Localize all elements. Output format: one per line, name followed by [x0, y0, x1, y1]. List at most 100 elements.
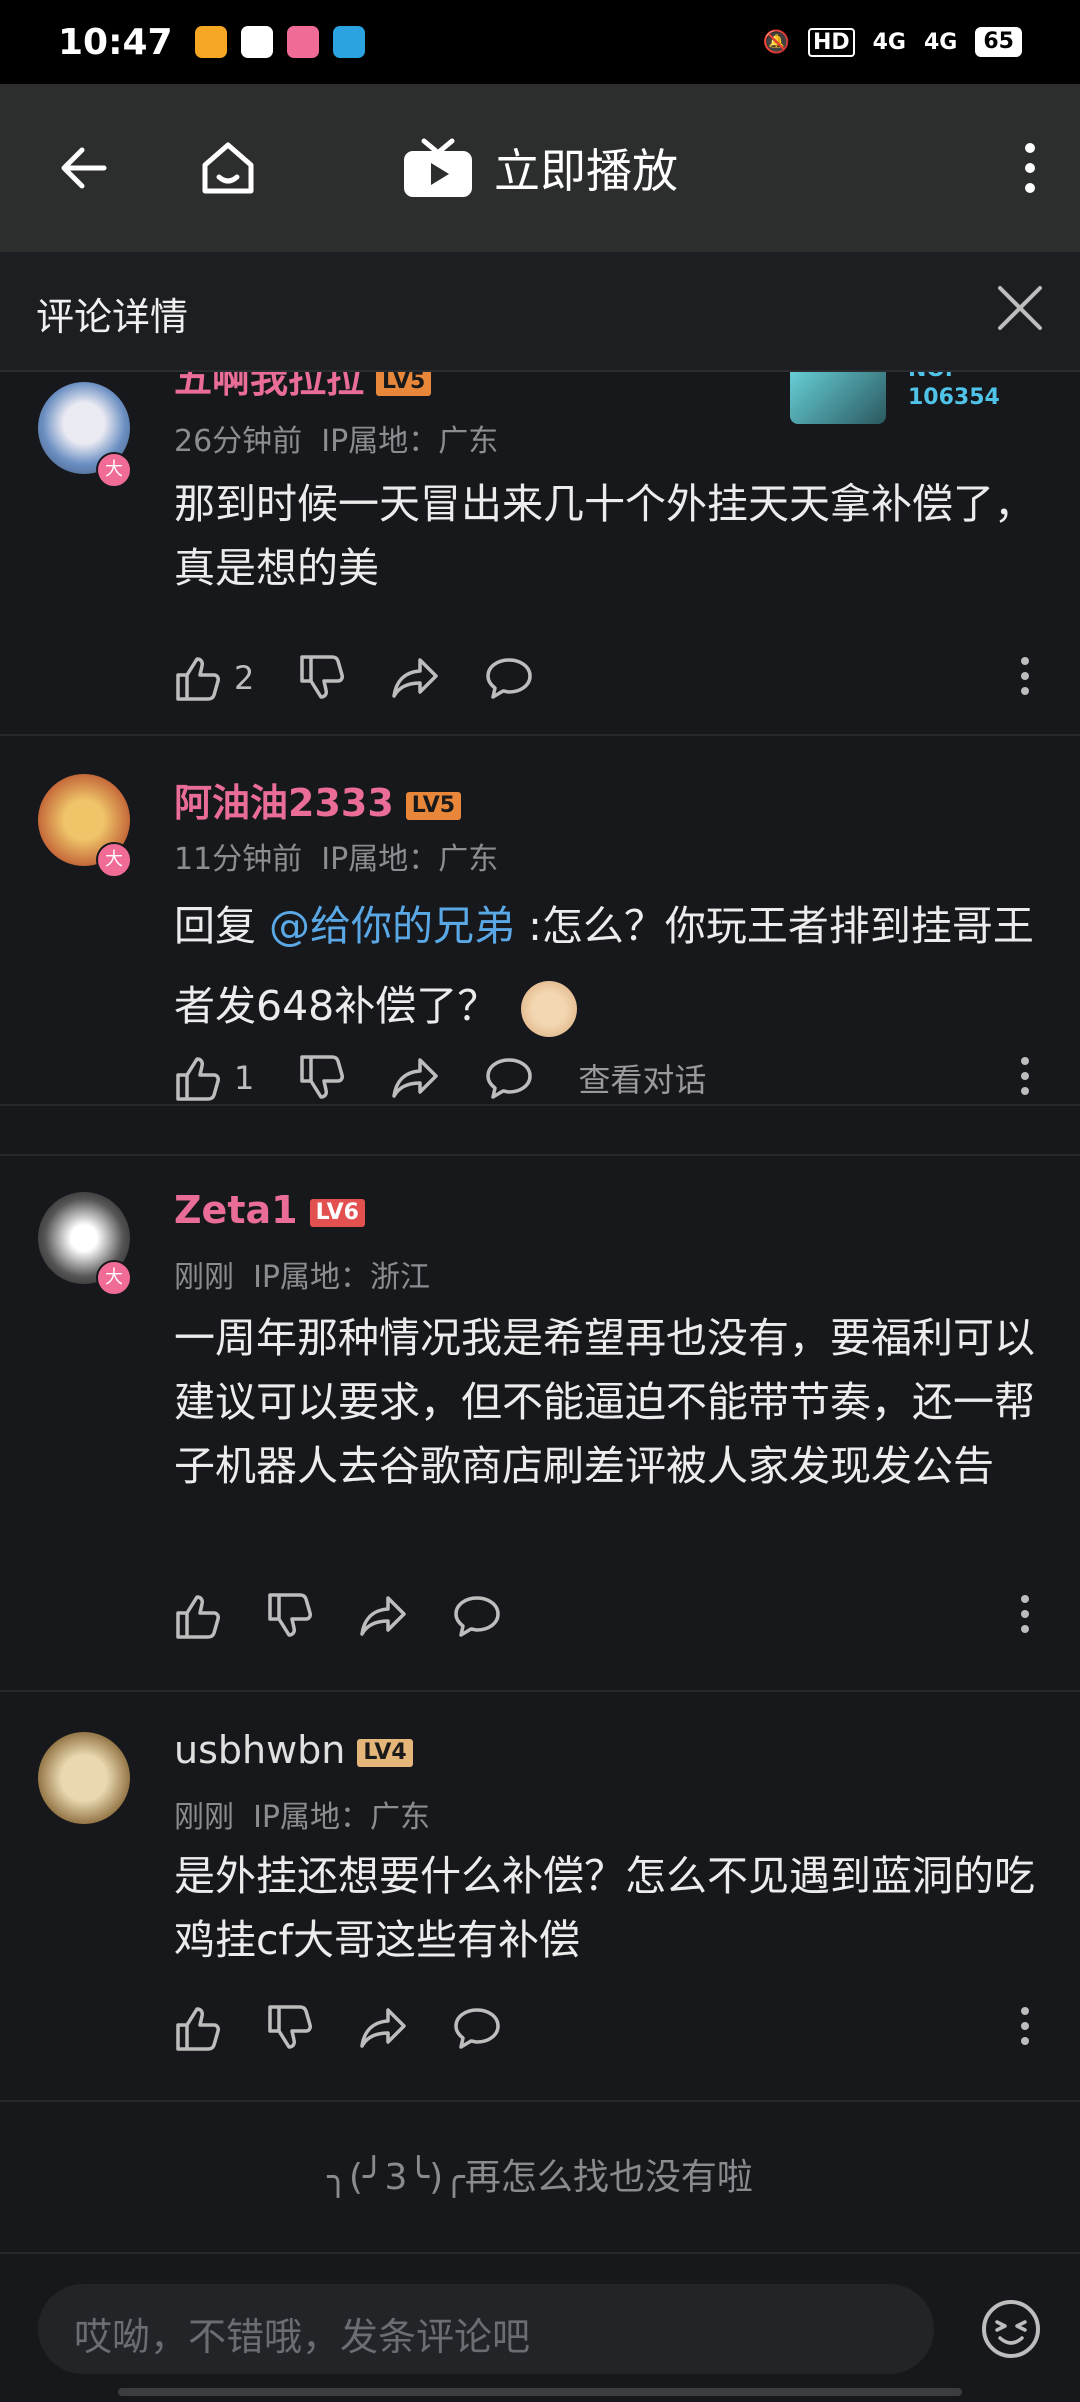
username[interactable]: 阿油油2333 LV5 [174, 772, 462, 827]
close-icon [998, 286, 1042, 330]
share-icon [360, 2008, 406, 2048]
dislike-button[interactable] [266, 1593, 314, 1639]
level-badge: LV4 [357, 1738, 413, 1767]
comment-text: 那到时候一天冒出来几十个外挂天天拿补偿了，真是想的美 [174, 480, 1035, 592]
like-button[interactable] [174, 2005, 222, 2051]
telegram-icon [332, 26, 365, 58]
comment-meta: 11分钟前 IP属地：广东 [174, 842, 499, 877]
share-button[interactable] [358, 2006, 408, 2050]
comment-more-button[interactable] [1020, 2006, 1030, 2050]
battery-indicator: 65 [975, 27, 1022, 57]
comment-item: 大 Zeta1 LV6 刚刚 IP属地：浙江 一周年那种情况我是希望再也没有，要福… [0, 1154, 1080, 1692]
verified-badge: 大 [96, 452, 132, 488]
reply-button[interactable] [452, 2006, 502, 2050]
hd-indicator: HD [807, 27, 855, 57]
reply-button[interactable] [484, 656, 534, 700]
more-vertical-icon [1021, 2007, 1029, 2045]
share-button[interactable] [358, 1594, 408, 1638]
comment-text: 回复 @给你的兄弟 :怎么？你玩王者排到挂哥王者发648补偿了？ [174, 886, 1040, 1046]
avatar[interactable] [38, 1732, 130, 1824]
verified-badge: 大 [96, 1260, 132, 1296]
share-button[interactable] [390, 656, 440, 700]
top-nav-bar: 立即播放 [0, 84, 1080, 252]
comment-more-button[interactable] [1020, 1056, 1030, 1100]
home-indicator [118, 2388, 962, 2396]
nav-title: 立即播放 [494, 144, 678, 198]
more-button[interactable] [1000, 84, 1060, 252]
thumbs-down-icon [300, 1055, 345, 1099]
network-indicator-1: 4G [872, 29, 906, 55]
doge-emoji-icon [521, 981, 578, 1037]
end-of-list-message: ╮(╯3╰)╭再怎么找也没有啦 [327, 2157, 753, 2198]
view-conversation-link[interactable]: 查看对话 [578, 1055, 706, 1101]
status-bar: 10:47 🔕 HD 4G 4G 65 [0, 0, 1080, 84]
like-button[interactable] [174, 1593, 222, 1639]
fan-badge-number: NO. 106354 [908, 372, 1000, 410]
comment-text: 是外挂还想要什么补偿？怎么不见遇到蓝洞的吃鸡挂cf大哥这些有补偿 [174, 1852, 1035, 1964]
username[interactable]: Zeta1 LV6 [174, 1188, 365, 1232]
like-button[interactable]: 2 [174, 655, 254, 701]
more-vertical-icon [1021, 1057, 1029, 1095]
like-count: 1 [234, 1059, 255, 1097]
share-button[interactable] [390, 1056, 440, 1100]
level-badge: LV5 [376, 372, 432, 396]
comment-text: 一周年那种情况我是希望再也没有，要福利可以建议可以要求，但不能逼迫不能带节奏，还… [174, 1314, 1035, 1490]
message-icon [240, 26, 273, 58]
comment-bubble-icon [486, 658, 533, 699]
verified-badge: 大 [96, 842, 132, 878]
level-badge: LV6 [309, 1198, 365, 1227]
share-icon [360, 1596, 406, 1636]
thumbs-down-icon [300, 655, 345, 699]
share-icon [392, 1058, 439, 1098]
comment-bubble-icon [454, 2008, 500, 2049]
comment-detail-header: 评论详情 [0, 252, 1080, 372]
comment-input-bar: 哎呦，不错哦，发条评论吧 [0, 2252, 1080, 2402]
emoji-icon [982, 2300, 1040, 2358]
fan-badge-avatar [790, 372, 886, 424]
dislike-button[interactable] [298, 655, 346, 701]
username[interactable]: 五啊我拉拉 LV5 [174, 372, 432, 403]
share-icon [392, 658, 439, 698]
thumbs-up-icon [176, 2007, 220, 2051]
username[interactable]: usbhwbn LV4 [174, 1728, 413, 1772]
thumbs-up-icon [176, 657, 220, 701]
comment-meta: 刚刚 IP属地：广东 [174, 1800, 431, 1835]
thumbs-up-icon [176, 1057, 220, 1101]
comment-meta: 刚刚 IP属地：浙江 [174, 1260, 431, 1295]
weibo-icon [194, 26, 227, 58]
more-vertical-icon [1025, 143, 1035, 193]
comment-detail-title: 评论详情 [36, 295, 189, 339]
reply-button[interactable] [452, 1594, 502, 1638]
comment-bubble-icon [486, 1058, 533, 1099]
dislike-button[interactable] [298, 1055, 346, 1101]
notification-icons [194, 26, 365, 58]
mute-icon: 🔕 [762, 29, 790, 55]
network-indicator-2: 4G [924, 29, 958, 55]
user-mention[interactable]: @给你的兄弟 [269, 902, 515, 950]
comment-list[interactable]: 大 五啊我拉拉LV5 NO. 106354 26分钟前 IP属地：广东 那到时候… [0, 372, 1080, 2252]
comment-item: 大 阿油油2333 LV5 11分钟前 IP属地：广东 回复 @给你的兄弟 :怎么… [0, 734, 1080, 1156]
like-count: 2 [234, 659, 255, 697]
comment-meta: 26分钟前 IP属地：广东 [174, 424, 499, 459]
comment-input-placeholder: 哎呦，不错哦，发条评论吧 [74, 2315, 531, 2359]
lollipop-app-icon [286, 26, 319, 58]
comment-item: usbhwbn LV4 刚刚 IP属地：广东 是外挂还想要什么补偿？怎么不见遇到蓝… [0, 1692, 1080, 2102]
more-vertical-icon [1021, 657, 1029, 695]
thumbs-down-icon [268, 2005, 312, 2049]
more-vertical-icon [1021, 1595, 1029, 1633]
like-button[interactable]: 1 [174, 1055, 254, 1101]
comment-more-button[interactable] [1020, 1594, 1030, 1638]
comment-input[interactable]: 哎呦，不错哦，发条评论吧 [38, 2284, 934, 2374]
tv-play-icon [404, 138, 472, 197]
comment-bubble-icon [454, 1596, 500, 1637]
close-button[interactable] [994, 282, 1046, 338]
thumbs-down-icon [268, 1593, 312, 1637]
emoji-button[interactable] [980, 2298, 1042, 2364]
thumbs-up-icon [176, 1595, 220, 1639]
comment-more-button[interactable] [1020, 656, 1030, 700]
play-now-button[interactable]: 立即播放 [0, 84, 1080, 252]
dislike-button[interactable] [266, 2005, 314, 2051]
level-badge: LV5 [405, 791, 462, 820]
clock: 10:47 [58, 21, 173, 63]
reply-button[interactable] [484, 1056, 534, 1100]
